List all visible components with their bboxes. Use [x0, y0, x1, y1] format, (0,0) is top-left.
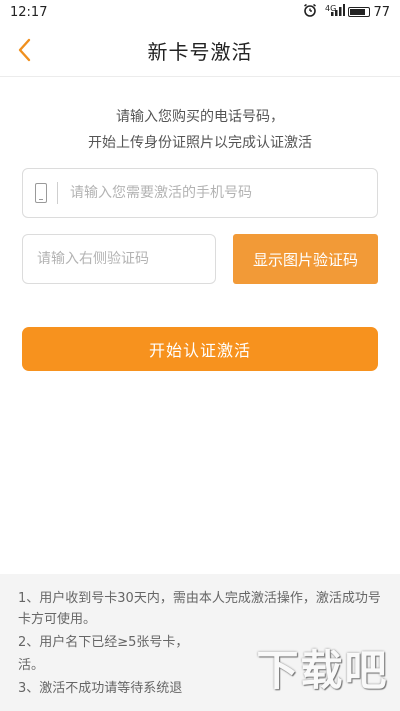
- status-icons: 4G 77: [303, 3, 390, 21]
- captcha-field[interactable]: [22, 234, 216, 284]
- nav-bar: 新卡号激活: [0, 24, 400, 77]
- back-button[interactable]: [6, 30, 42, 70]
- alarm-icon: [303, 3, 317, 21]
- page-title: 新卡号激活: [147, 39, 253, 64]
- note-item: 3、激活不成功请等待系统退: [18, 681, 183, 696]
- start-activation-button[interactable]: 开始认证激活: [22, 327, 378, 371]
- phone-number-input[interactable]: [68, 184, 377, 202]
- note-item: 2、用户名下已经≥5张号卡，: [18, 635, 189, 650]
- intro-line-2: 开始上传身份证照片以完成认证激活: [88, 135, 312, 151]
- status-time: 12:17: [10, 4, 48, 20]
- captcha-input[interactable]: [35, 250, 215, 268]
- intro-line-1: 请输入您购买的电话号码，: [116, 109, 284, 125]
- chevron-left-icon: [18, 38, 31, 62]
- signal-icon: 4G: [325, 4, 346, 20]
- battery-icon: 77: [348, 5, 390, 20]
- phone-number-field[interactable]: [22, 168, 378, 218]
- show-captcha-button[interactable]: 显示图片验证码: [233, 234, 378, 284]
- notes-panel: 1、用户收到号卡30天内，需由本人完成激活操作，激活成功号卡方可使用。 2、用户…: [0, 574, 400, 711]
- battery-level: 77: [373, 4, 390, 20]
- note-item: 1、用户收到号卡30天内，需由本人完成激活操作，激活成功号卡方可使用。: [18, 591, 381, 627]
- network-type-label: 4G: [325, 4, 337, 13]
- field-divider: [57, 182, 58, 204]
- status-bar: 12:17 4G 77: [0, 0, 400, 24]
- intro-text: 请输入您购买的电话号码， 开始上传身份证照片以完成认证激活: [0, 104, 400, 156]
- note-item: 活。: [18, 658, 45, 673]
- phone-icon: [35, 183, 47, 203]
